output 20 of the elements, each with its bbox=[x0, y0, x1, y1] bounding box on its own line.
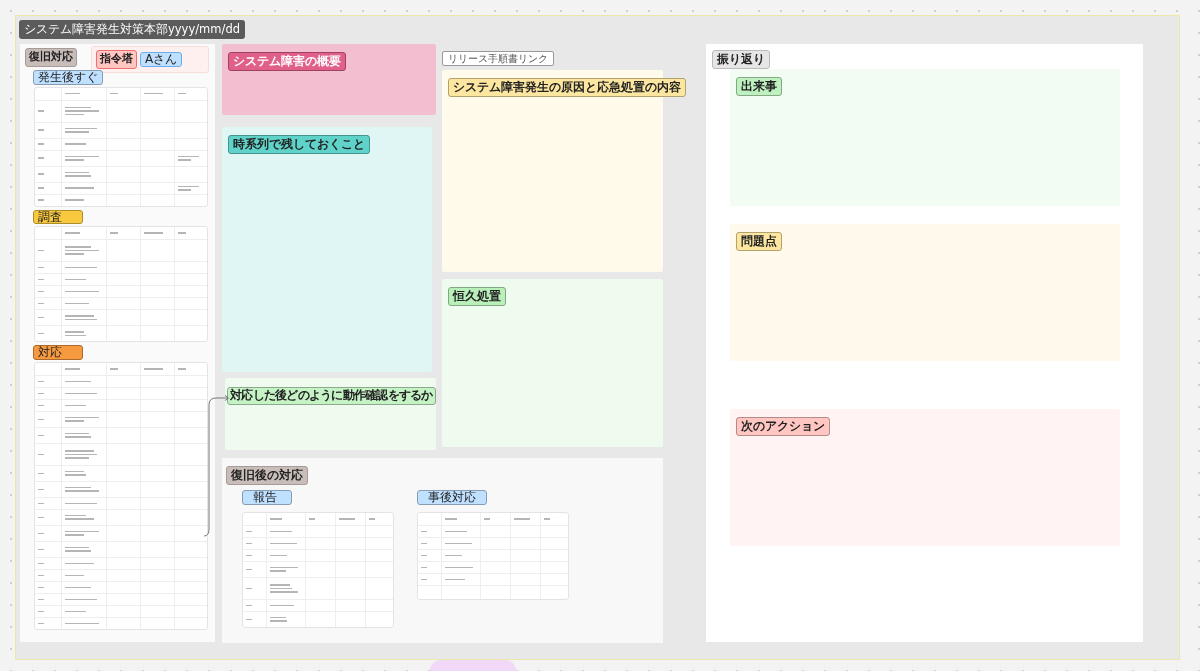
frame-title[interactable]: システム障害発生対策本部yyyy/mm/dd bbox=[19, 20, 245, 39]
area-title: システム障害の概要 bbox=[228, 52, 346, 72]
section-tag: 調査 bbox=[33, 209, 83, 225]
area-title: 時系列で残しておくこと bbox=[228, 135, 370, 155]
link-button[interactable]: リリース手順書リンク bbox=[442, 51, 554, 66]
section-tag: 対応 bbox=[33, 345, 83, 360]
command-title: 指令塔 bbox=[96, 50, 137, 69]
area-title: 次のアクション bbox=[736, 417, 830, 437]
panel-title: 振り返り bbox=[712, 50, 770, 70]
area-title: システム障害発生の原因と応急処置の内容 bbox=[448, 78, 686, 98]
section-tag: 報告 bbox=[242, 490, 292, 505]
section-tag: 事後対応 bbox=[417, 490, 487, 505]
area-title: 恒久処置 bbox=[448, 287, 506, 307]
area-title: 対応した後どのように動作確認をするか bbox=[227, 387, 436, 405]
section-tag: 発生後すぐ bbox=[33, 70, 103, 85]
panel-title: 復旧対応 bbox=[25, 48, 77, 67]
area-title: 出来事 bbox=[736, 77, 782, 97]
panel-title: 復旧後の対応 bbox=[226, 466, 308, 486]
person-tag: Aさん bbox=[140, 52, 183, 67]
area-title: 問題点 bbox=[736, 232, 782, 252]
